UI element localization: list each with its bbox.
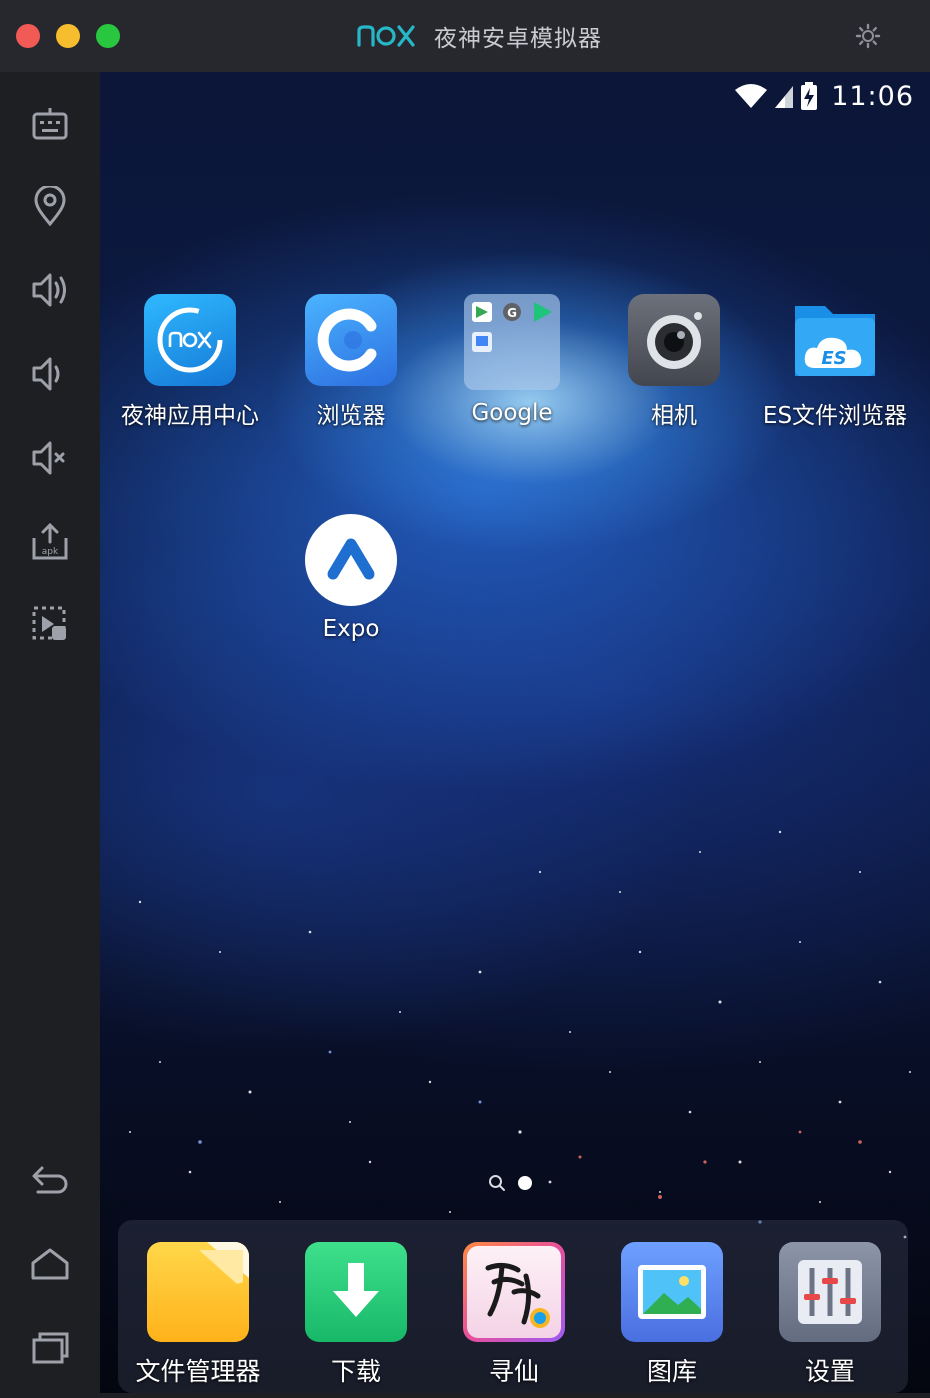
dock-app-settings[interactable]: 设置	[750, 1242, 910, 1388]
recent-apps-icon	[32, 1332, 69, 1364]
home-button[interactable]	[26, 1240, 74, 1288]
svg-text:ES: ES	[821, 348, 846, 369]
camera-icon	[628, 294, 720, 386]
settings-gear-icon[interactable]	[855, 23, 881, 49]
expo-icon	[305, 514, 397, 606]
page-indicator	[488, 1174, 532, 1192]
starfield-wallpaper	[129, 830, 911, 1239]
close-window-button[interactable]	[16, 24, 40, 48]
app-label: 设置	[804, 1357, 855, 1386]
location-icon	[34, 186, 66, 226]
app-browser[interactable]: 浏览器	[261, 294, 441, 430]
app-label: 相机	[651, 403, 697, 429]
mute-button[interactable]	[26, 434, 74, 482]
battery-charging-icon	[801, 82, 818, 110]
app-label: 文件管理器	[135, 1357, 261, 1386]
google-folder-icon: G	[464, 294, 560, 390]
macro-record-button[interactable]	[26, 600, 74, 648]
file-manager-icon	[147, 1242, 249, 1342]
install-apk-icon: apk	[32, 522, 68, 560]
recent-apps-button[interactable]	[26, 1324, 74, 1372]
app-label: Google	[471, 400, 553, 426]
wifi-icon	[735, 84, 768, 108]
app-dock: 文件管理器 下载 寻仙 图库 设置	[118, 1220, 908, 1393]
status-bar: 11:06	[733, 78, 914, 114]
install-apk-button[interactable]: apk	[26, 518, 74, 566]
volume-down-icon	[32, 357, 60, 391]
dock-app-download[interactable]: 下载	[276, 1242, 436, 1388]
settings-icon	[779, 1242, 881, 1342]
back-icon	[32, 1166, 68, 1194]
app-label: ES文件浏览器	[762, 403, 908, 429]
app-label: 夜神应用中心	[121, 403, 259, 429]
mute-icon	[32, 441, 65, 475]
app-label: Expo	[322, 616, 380, 642]
svg-text:G: G	[507, 306, 517, 320]
dock-app-gallery[interactable]: 图库	[592, 1242, 752, 1388]
app-google-folder[interactable]: G Google	[422, 294, 602, 426]
volume-up-icon	[32, 273, 66, 307]
app-label: 寻仙	[488, 1357, 539, 1386]
es-file-explorer-icon: ES	[789, 294, 881, 386]
keyboard-icon	[32, 108, 68, 140]
signal-icon	[775, 86, 794, 108]
dock-app-xunxian[interactable]: 寻仙	[434, 1242, 594, 1388]
search-page-icon	[489, 1175, 505, 1191]
window-title: 夜神安卓模拟器	[434, 26, 602, 52]
keyboard-button[interactable]	[26, 100, 74, 148]
gallery-icon	[621, 1242, 723, 1342]
app-label: 下载	[330, 1357, 381, 1386]
active-page-dot	[518, 1176, 532, 1190]
app-label: 浏览器	[316, 403, 386, 429]
app-es-file-explorer[interactable]: ES ES文件浏览器	[745, 294, 925, 430]
back-button[interactable]	[26, 1156, 74, 1204]
home-icon	[31, 1248, 69, 1280]
maximize-window-button[interactable]	[96, 24, 120, 48]
nox-logo-icon	[357, 25, 415, 47]
svg-text:apk: apk	[42, 547, 59, 557]
macro-record-icon	[32, 606, 66, 640]
browser-icon	[305, 294, 397, 386]
emulator-sidebar: apk	[0, 72, 100, 1398]
nox-app-center-icon	[144, 294, 236, 386]
status-clock: 11:06	[831, 80, 914, 112]
volume-up-button[interactable]	[26, 266, 74, 314]
window-titlebar: 夜神安卓模拟器	[0, 0, 930, 72]
download-icon	[305, 1242, 407, 1342]
app-camera[interactable]: 相机	[584, 294, 764, 430]
xunxian-game-icon	[463, 1242, 565, 1342]
app-label: 图库	[646, 1357, 697, 1386]
android-home-screen[interactable]: 11:06 夜神应用中心 浏览器 G Google 相机 ES ES文件浏览器 …	[100, 72, 930, 1393]
volume-down-button[interactable]	[26, 350, 74, 398]
window-title-group: 夜神安卓模拟器	[356, 18, 602, 54]
app-nox-app-center[interactable]: 夜神应用中心	[100, 294, 280, 430]
dock-app-file-manager[interactable]: 文件管理器	[118, 1242, 278, 1388]
location-button[interactable]	[26, 182, 74, 230]
minimize-window-button[interactable]	[56, 24, 80, 48]
app-expo[interactable]: Expo	[261, 514, 441, 642]
